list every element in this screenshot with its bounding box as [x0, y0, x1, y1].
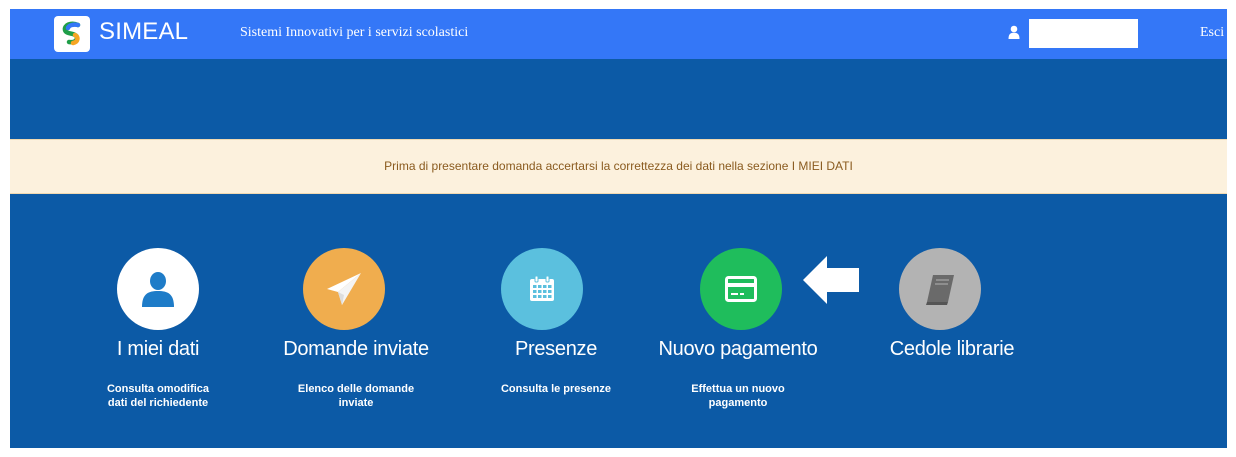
cedole-librarie-circle[interactable]	[899, 248, 981, 330]
tile-title: Domande inviate	[283, 338, 429, 360]
tile-title: Cedole librarie	[889, 338, 1015, 360]
dashboard-menu: I miei dati Consulta omodifica dati del …	[10, 194, 1227, 448]
brand-name[interactable]: SIMEAL	[99, 18, 188, 46]
miei-dati-circle[interactable]	[117, 248, 199, 330]
username-field[interactable]	[1029, 19, 1138, 48]
tile-description: Consulta omodifica dati del richiedente	[106, 383, 210, 409]
logout-link[interactable]: Esci	[1200, 25, 1224, 41]
header-band	[10, 59, 1227, 139]
credit-card-icon	[725, 276, 757, 302]
book-icon	[926, 275, 954, 305]
top-navbar: SIMEAL Sistemi Innovativi per i servizi …	[10, 9, 1227, 59]
tile-title: I miei dati	[116, 338, 200, 360]
tile-title: Presenze	[514, 338, 598, 360]
brand-tagline: Sistemi Innovativi per i servizi scolast…	[240, 25, 469, 40]
page: SIMEAL Sistemi Innovativi per i servizi …	[0, 9, 1236, 457]
tile-title: Nuovo pagamento	[658, 338, 818, 360]
paper-plane-icon	[327, 273, 361, 305]
tile-description: Consulta le presenze	[500, 383, 612, 395]
simeal-logo-icon[interactable]	[54, 16, 90, 52]
notice-alert: Prima di presentare domanda accertarsi l…	[10, 139, 1227, 194]
tile-description: Effettua un nuovo pagamento	[691, 383, 785, 409]
user-icon	[1008, 25, 1020, 39]
user-icon	[142, 272, 174, 307]
domande-inviate-circle[interactable]	[303, 248, 385, 330]
tile-description: Elenco delle domande inviate	[297, 383, 415, 409]
arrow-left-icon	[803, 256, 859, 304]
presenze-circle[interactable]	[501, 248, 583, 330]
calendar-icon	[530, 275, 554, 301]
nuovo-pagamento-circle[interactable]	[700, 248, 782, 330]
